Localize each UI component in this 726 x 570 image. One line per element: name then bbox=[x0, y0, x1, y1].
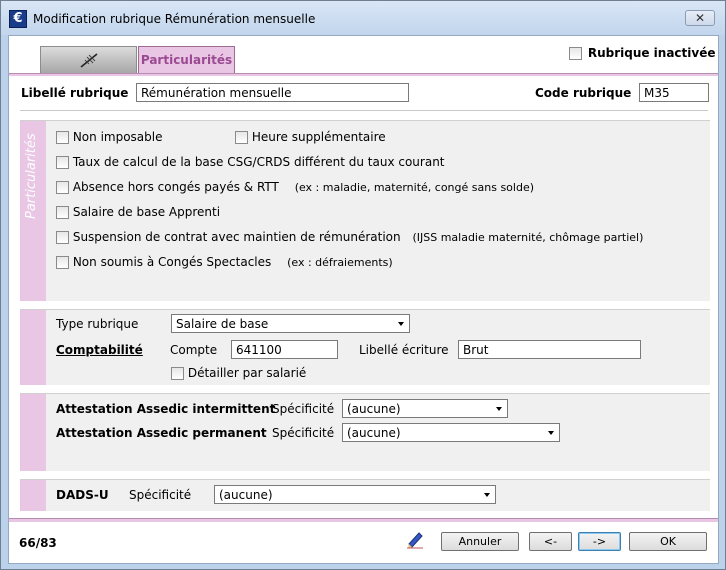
taux-csg-option[interactable]: Taux de calcul de la base CSG/CRDS diffé… bbox=[56, 155, 445, 169]
detailler-checkbox[interactable] bbox=[171, 367, 184, 380]
assedic-permanent-specificite-label: Spécificité bbox=[272, 426, 335, 440]
taux-csg-label: Taux de calcul de la base CSG/CRDS diffé… bbox=[72, 155, 445, 169]
rubrique-inactivee-option[interactable]: Rubrique inactivée bbox=[569, 46, 716, 60]
non-soumis-label: Non soumis à Congés Spectacles bbox=[72, 255, 272, 269]
libelle-ecriture-label: Libellé écriture bbox=[359, 343, 449, 357]
panel-stripe bbox=[21, 310, 46, 385]
panel-stripe bbox=[21, 480, 46, 511]
apprenti-label: Salaire de base Apprenti bbox=[72, 205, 221, 219]
assedic-panel: Attestation Assedic intermittent Spécifi… bbox=[20, 393, 710, 471]
apprenti-option[interactable]: Salaire de base Apprenti bbox=[56, 205, 220, 219]
panel-stripe bbox=[21, 394, 46, 471]
absence-option[interactable]: Absence hors congés payés & RTT (ex : ma… bbox=[56, 180, 534, 194]
previous-button[interactable]: <- bbox=[529, 532, 572, 551]
non-imposable-checkbox[interactable] bbox=[56, 131, 69, 144]
close-button[interactable]: ✕ bbox=[685, 10, 715, 26]
annuler-button[interactable]: Annuler bbox=[441, 532, 519, 551]
next-button[interactable]: -> bbox=[578, 532, 621, 551]
divider bbox=[20, 110, 708, 112]
detailler-option[interactable]: Détailler par salarié bbox=[171, 366, 306, 380]
type-rubrique-panel: Type rubrique Salaire de base Comptabili… bbox=[20, 309, 710, 385]
tab-general[interactable] bbox=[40, 46, 137, 73]
compte-input[interactable]: 641100 bbox=[231, 340, 338, 359]
compte-label: Compte bbox=[170, 343, 218, 357]
dads-specificite-label: Spécificité bbox=[129, 488, 192, 502]
assedic-intermittent-label: Attestation Assedic intermittent bbox=[56, 402, 276, 416]
assedic-intermittent-specificite-label: Spécificité bbox=[272, 402, 335, 416]
dads-panel: DADS-U Spécificité (aucune) bbox=[20, 479, 710, 511]
title-bar: € Modification rubrique Rémunération men… bbox=[1, 1, 725, 35]
non-imposable-label: Non imposable bbox=[72, 130, 163, 144]
comptabilite-link[interactable]: Comptabilité bbox=[56, 343, 143, 357]
suspension-label: Suspension de contrat avec maintien de r… bbox=[72, 230, 401, 244]
taux-csg-checkbox[interactable] bbox=[56, 156, 69, 169]
rubrique-inactivee-label: Rubrique inactivée bbox=[587, 46, 716, 60]
dads-label: DADS-U bbox=[56, 488, 109, 502]
ok-button[interactable]: OK bbox=[629, 532, 707, 551]
pencil-icon[interactable] bbox=[405, 529, 425, 549]
code-rubrique-input[interactable]: M35 bbox=[639, 83, 709, 102]
libelle-rubrique-label: Libellé rubrique bbox=[21, 86, 129, 100]
chevron-down-icon bbox=[496, 407, 502, 411]
heure-supplementaire-label: Heure supplémentaire bbox=[251, 130, 386, 144]
non-imposable-option[interactable]: Non imposable bbox=[56, 130, 163, 144]
suspension-option[interactable]: Suspension de contrat avec maintien de r… bbox=[56, 230, 643, 244]
code-rubrique-label: Code rubrique bbox=[535, 86, 632, 100]
rubrique-inactivee-checkbox[interactable] bbox=[569, 47, 582, 60]
non-soumis-option[interactable]: Non soumis à Congés Spectacles (ex : déf… bbox=[56, 255, 393, 269]
suspension-checkbox[interactable] bbox=[56, 231, 69, 244]
tab-particularites[interactable]: Particularités bbox=[138, 46, 235, 73]
footer-divider bbox=[9, 518, 718, 522]
quill-icon bbox=[80, 53, 98, 68]
absence-label: Absence hors congés payés & RTT bbox=[72, 180, 279, 194]
chevron-down-icon bbox=[484, 493, 490, 497]
heure-supplementaire-option[interactable]: Heure supplémentaire bbox=[235, 130, 386, 144]
apprenti-checkbox[interactable] bbox=[56, 206, 69, 219]
dialog-window: € Modification rubrique Rémunération men… bbox=[0, 0, 726, 570]
libelle-rubrique-input[interactable]: Rémunération mensuelle bbox=[136, 83, 409, 102]
type-rubrique-label: Type rubrique bbox=[56, 317, 139, 331]
app-icon: € bbox=[9, 10, 27, 28]
dialog-body: Particularités Rubrique inactivée Libell… bbox=[8, 35, 719, 564]
detailler-label: Détailler par salarié bbox=[187, 366, 307, 380]
libelle-ecriture-input[interactable]: Brut bbox=[458, 340, 641, 359]
tab-underline bbox=[9, 73, 718, 76]
suspension-hint: (IJSS maladie maternité, chômage partiel… bbox=[412, 231, 644, 244]
non-soumis-hint: (ex : défraiements) bbox=[287, 256, 393, 269]
non-soumis-checkbox[interactable] bbox=[56, 256, 69, 269]
type-rubrique-select[interactable]: Salaire de base bbox=[171, 314, 410, 333]
assedic-intermittent-select[interactable]: (aucune) bbox=[342, 399, 508, 418]
absence-checkbox[interactable] bbox=[56, 181, 69, 194]
particularites-section-label: Particularités bbox=[24, 133, 39, 220]
assedic-permanent-label: Attestation Assedic permanent bbox=[56, 426, 267, 440]
particularites-panel: Particularités Non imposable Heure suppl… bbox=[20, 120, 710, 301]
dads-value: (aucune) bbox=[219, 488, 273, 502]
assedic-permanent-value: (aucune) bbox=[347, 426, 401, 440]
assedic-permanent-select[interactable]: (aucune) bbox=[342, 423, 560, 442]
heure-supplementaire-checkbox[interactable] bbox=[235, 131, 248, 144]
absence-hint: (ex : maladie, maternité, congé sans sol… bbox=[294, 181, 535, 194]
type-rubrique-value: Salaire de base bbox=[176, 317, 269, 331]
window-title: Modification rubrique Rémunération mensu… bbox=[33, 12, 316, 26]
record-counter: 66/83 bbox=[19, 536, 57, 550]
chevron-down-icon bbox=[398, 322, 404, 326]
dads-select[interactable]: (aucune) bbox=[214, 485, 496, 504]
chevron-down-icon bbox=[548, 431, 554, 435]
assedic-intermittent-value: (aucune) bbox=[347, 402, 401, 416]
